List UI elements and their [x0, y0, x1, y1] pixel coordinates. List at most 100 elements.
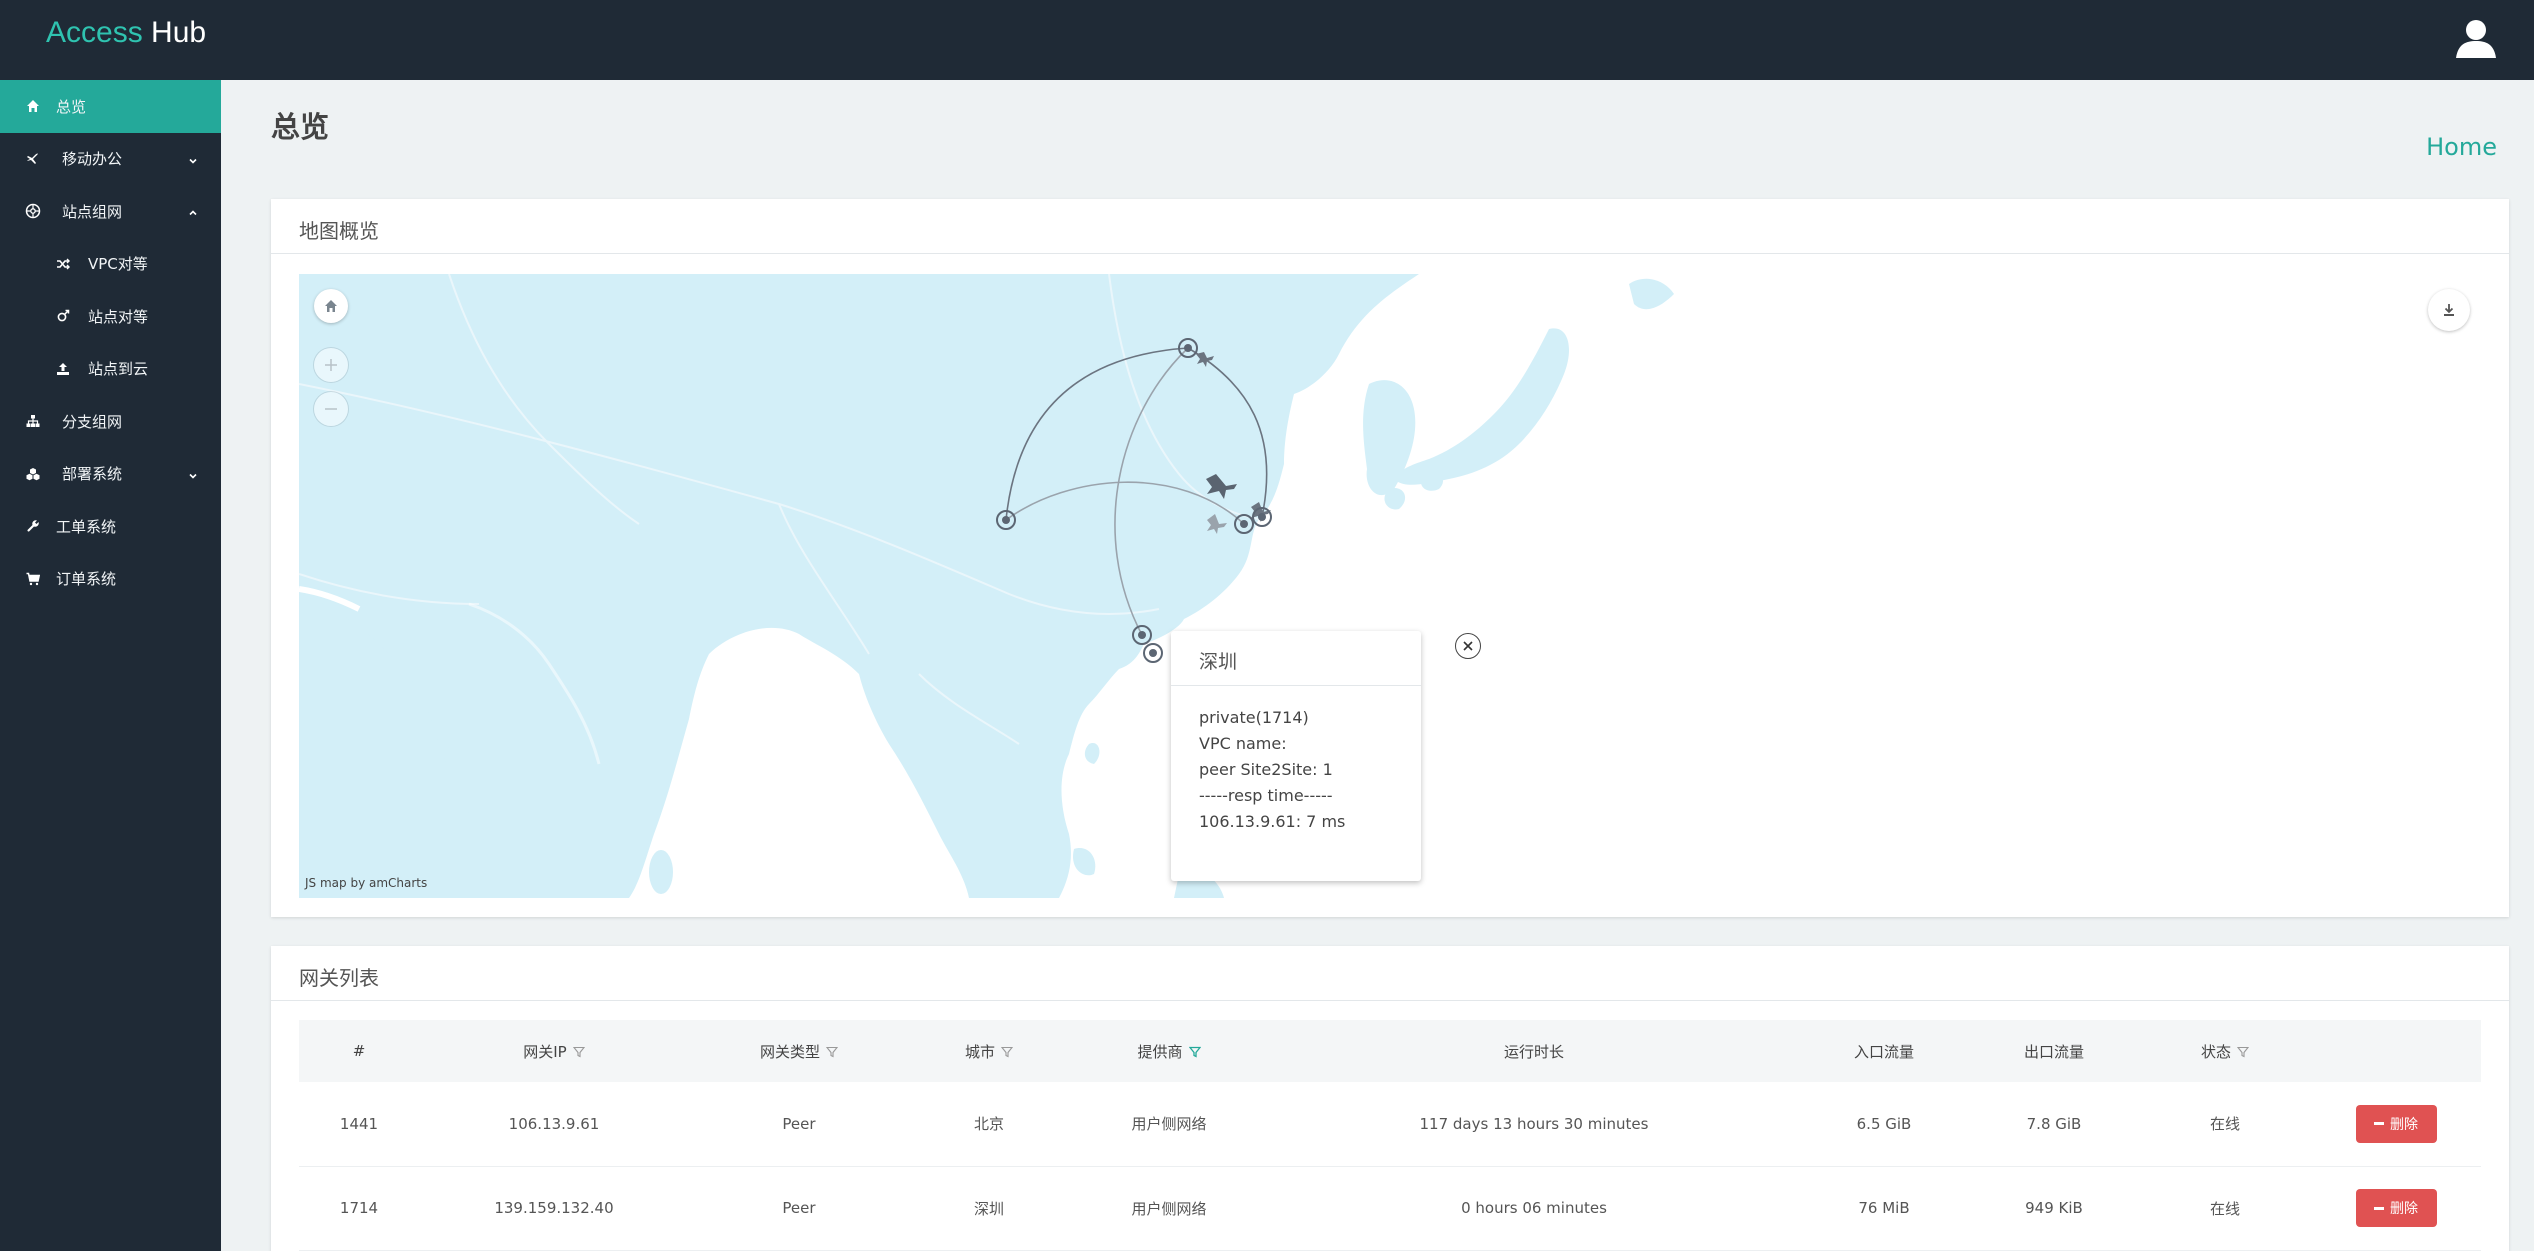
marker-shenzhen[interactable] [1143, 643, 1163, 663]
cell-uptime: 117 days 13 hours 30 minutes [1419, 1114, 1649, 1133]
venus-icon [54, 307, 72, 325]
delete-button[interactable]: 删除 [2355, 1189, 2437, 1227]
app-logo[interactable]: Access Hub [46, 16, 206, 50]
cell-ingress: 6.5 GiB [1856, 1114, 1912, 1133]
close-icon [1463, 641, 1473, 651]
cell-gateway-ip: 139.159.132.40 [494, 1199, 614, 1217]
popup-body: private(1714) VPC name: peer Site2Site: … [1199, 705, 1345, 835]
column-header: 入口流量 [1853, 1042, 1914, 1061]
column-header: 提供商 [1069, 1020, 1269, 1082]
column-header: 运行时长 [1503, 1042, 1564, 1061]
sidebar-item-site-network[interactable]: 站点组网 [0, 185, 221, 238]
popup-line: 106.13.9.61: 7 ms [1199, 812, 1346, 831]
sidebar-item-vpc-peering[interactable]: VPC对等 [0, 238, 221, 291]
chevron-down-icon [187, 468, 199, 480]
cell-id: 1714 [339, 1199, 379, 1217]
sidebar-item-mobile-office[interactable]: 移动办公 [0, 133, 221, 186]
delete-button[interactable]: 删除 [2355, 1104, 2437, 1143]
sidebar-item-label: 总览 [56, 97, 87, 116]
sidebar-item-label: VPC对等 [88, 255, 148, 274]
sidebar-item-site-peering[interactable]: 站点对等 [0, 290, 221, 343]
column-header: 网关类型 [689, 1020, 909, 1082]
user-avatar-icon[interactable] [2452, 14, 2500, 62]
minus-icon [2374, 1206, 2384, 1210]
breadcrumb-home[interactable]: Home [2426, 133, 2497, 161]
sidebar-item-label: 订单系统 [56, 570, 117, 589]
top-header: Access Hub [0, 0, 2534, 80]
city-popup: 深圳 private(1714) VPC name: peer Site2Sit… [1171, 631, 1421, 881]
popup-line: peer Site2Site: 1 [1199, 760, 1333, 779]
sidebar: 总览 移动办公 站点组网 VPC对等 站点对等 站点到云 分支组网 部署系统 工… [0, 80, 221, 1251]
card-title: 网关列表 [299, 966, 379, 990]
cubes-icon [24, 465, 42, 483]
table-header-row: # 网关IP 网关类型 城市 提供商 运行时长 入口流量 出口流量 状态 [299, 1020, 2481, 1082]
popup-line: -----resp time----- [1199, 786, 1333, 805]
minus-icon [2374, 1122, 2384, 1126]
sidebar-item-deploy-system[interactable]: 部署系统 [0, 448, 221, 501]
column-header: 状态 [2139, 1020, 2311, 1082]
sidebar-item-ticket-system[interactable]: 工单系统 [0, 500, 221, 553]
sidebar-item-label: 站点组网 [62, 202, 123, 221]
popup-title: 深圳 [1199, 651, 1238, 673]
table-row: 1714 139.159.132.40 Peer 深圳 用户侧网络 0 hour… [299, 1166, 2481, 1250]
map-home-button[interactable] [314, 289, 348, 323]
sidebar-item-label: 分支组网 [62, 412, 123, 431]
cell-actions: 删除 [2311, 1166, 2481, 1250]
popup-line: VPC name: [1199, 734, 1287, 753]
sidebar-item-branch-network[interactable]: 分支组网 [0, 395, 221, 448]
divider [1171, 685, 1421, 686]
filter-icon[interactable] [572, 1046, 585, 1058]
sidebar-item-label: 移动办公 [62, 150, 123, 169]
cell-gateway-type: Peer [782, 1199, 816, 1217]
cell-status: 在线 [2209, 1115, 2240, 1134]
download-icon [2444, 304, 2454, 316]
home-icon [24, 97, 42, 115]
chevron-up-icon [187, 205, 199, 217]
cell-actions: 删除 [2311, 1082, 2481, 1166]
shuffle-icon [54, 255, 72, 273]
sidebar-item-label: 部署系统 [62, 465, 123, 484]
cell-id: 1441 [339, 1114, 379, 1133]
cell-ingress: 76 MiB [1858, 1199, 1910, 1217]
map-zoom-out-button[interactable] [314, 392, 348, 426]
popup-line: private(1714) [1199, 708, 1309, 727]
table-row: 1441 106.13.9.61 Peer 北京 用户侧网络 117 days … [299, 1082, 2481, 1166]
column-header: 城市 [909, 1020, 1069, 1082]
card-title: 地图概览 [299, 219, 379, 243]
sidebar-item-site-to-cloud[interactable]: 站点到云 [0, 343, 221, 396]
cell-gateway-type: Peer [782, 1114, 816, 1133]
cell-city: 北京 [973, 1115, 1004, 1134]
popup-close-button[interactable] [1455, 633, 1481, 659]
filter-icon[interactable] [1001, 1046, 1013, 1058]
filter-icon[interactable] [2237, 1046, 2249, 1058]
plus-icon [325, 359, 337, 371]
sidebar-item-overview[interactable]: 总览 [0, 80, 221, 133]
divider [271, 1000, 2509, 1001]
minus-icon [325, 408, 337, 410]
wrench-icon [24, 517, 42, 535]
sidebar-item-order-system[interactable]: 订单系统 [0, 553, 221, 606]
column-header [2311, 1020, 2481, 1082]
column-header: 出口流量 [2023, 1042, 2084, 1061]
cell-egress: 949 KiB [2025, 1199, 2083, 1217]
map-credit[interactable]: JS map by amCharts [305, 876, 427, 890]
upload-icon [54, 360, 72, 378]
filter-icon[interactable] [826, 1046, 838, 1058]
plane-icon [24, 150, 42, 168]
network-icon [24, 202, 42, 220]
sitemap-icon [24, 412, 42, 430]
cart-icon [24, 570, 42, 588]
divider [271, 253, 2509, 254]
page-title: 总览 [271, 110, 330, 144]
chevron-down-icon [187, 153, 199, 165]
gateway-table: # 网关IP 网关类型 城市 提供商 运行时长 入口流量 出口流量 状态 144… [299, 1020, 2481, 1251]
sidebar-item-label: 工单系统 [56, 517, 117, 536]
home-icon [325, 300, 337, 312]
sidebar-item-label: 站点到云 [88, 360, 149, 379]
map-zoom-in-button[interactable] [314, 348, 348, 382]
column-header: # [352, 1042, 366, 1060]
sidebar-item-label: 站点对等 [88, 307, 149, 326]
filter-active-icon[interactable] [1188, 1046, 1201, 1058]
brand-part1: Access [46, 16, 143, 49]
map-export-button[interactable] [2428, 289, 2470, 331]
